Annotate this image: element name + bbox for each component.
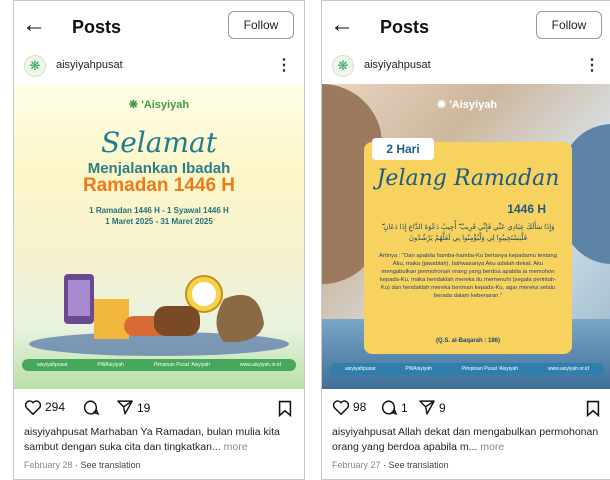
verse-source: (Q.S. al-Baqarah : 186) — [435, 338, 501, 344]
bookmark-icon[interactable] — [586, 400, 600, 417]
date-line-2: 1 Maret 2025 - 31 Maret 2025 — [105, 217, 213, 226]
comment-icon[interactable] — [82, 399, 100, 416]
like-action[interactable]: 294 — [24, 399, 65, 415]
footer-item: aisyiyahpusat — [37, 362, 68, 368]
footer-item: aisyiyahpusat — [345, 366, 376, 372]
footer-item: PWAisyiyah — [97, 362, 124, 368]
post-header: ❋ aisyiyahpusat ⋮ — [322, 53, 610, 79]
action-bar: 98 1 9 — [322, 399, 610, 421]
share-icon[interactable] — [116, 399, 134, 416]
heart-icon[interactable] — [332, 399, 350, 415]
post-date: February 27 — [332, 460, 381, 470]
follow-button[interactable]: Follow — [536, 11, 602, 39]
post-meta: February 27 · See translation — [332, 460, 449, 470]
top-bar: ← Posts Follow — [14, 7, 304, 47]
share-action[interactable]: 19 — [116, 399, 150, 416]
comment-action[interactable] — [82, 399, 103, 416]
post-caption: aisyiyahpusat Allah dekat dan mengabulka… — [332, 425, 604, 455]
post-caption: aisyiyahpusat Marhaban Ya Ramadan, bulan… — [24, 425, 296, 455]
quote-card: 2 Hari Jelang Ramadan 1446 H وَإِذَا سَأ… — [364, 138, 572, 354]
footer-item: www.aisyiyah.or.id — [240, 362, 281, 368]
page-title: Posts — [380, 17, 430, 37]
footer-item: www.aisyiyah.or.id — [548, 366, 589, 372]
caption-username[interactable]: aisyiyahpusat — [332, 426, 396, 438]
like-action[interactable]: 98 — [332, 399, 366, 415]
like-count: 98 — [353, 400, 367, 414]
ramadan-illustration — [29, 274, 289, 356]
share-action[interactable]: 9 — [418, 399, 446, 416]
post-image[interactable]: ❋ 'Aisyiyah Selamat Menjalankan Ibadah R… — [14, 84, 304, 389]
post-header: ❋ aisyiyahpusat ⋮ — [14, 53, 304, 79]
comment-count: 1 — [401, 400, 408, 415]
ramadan-title: Ramadan 1446 H — [82, 175, 236, 196]
arabic-verse: وَإِذَا سَأَلَكَ عِبَادِي عَنِّي فَإِنِّ… — [381, 224, 555, 242]
action-bar: 294 19 — [14, 399, 304, 421]
post-footer-strip: aisyiyahpusat PWAisyiyah Pimpinan Pusat … — [22, 359, 296, 371]
avatar[interactable]: ❋ — [332, 55, 354, 77]
more-vertical-icon[interactable]: ⋮ — [276, 55, 292, 75]
username[interactable]: aisyiyahpusat — [56, 59, 123, 71]
follow-button[interactable]: Follow — [228, 11, 294, 39]
hijri-year: 1446 H — [507, 202, 546, 216]
avatar[interactable]: ❋ — [24, 55, 46, 77]
post-image[interactable]: ❋ 'Aisyiyah 2 Hari Jelang Ramadan 1446 H… — [322, 84, 610, 389]
post-screen-2: ← Posts Follow ❋ aisyiyahpusat ⋮ ❋ 'Aisy… — [321, 0, 610, 480]
footer-item: PWAisyiyah — [405, 366, 432, 372]
comment-icon[interactable] — [380, 399, 398, 416]
jelang-ramadan-title: Jelang Ramadan — [376, 166, 560, 191]
heart-icon[interactable] — [24, 399, 42, 415]
post-footer-strip: aisyiyahpusat PWAisyiyah Pimpinan Pusat … — [330, 363, 604, 375]
share-count: 9 — [439, 400, 446, 415]
days-badge: 2 Hari — [372, 138, 434, 160]
back-arrow-icon[interactable]: ← — [22, 13, 46, 37]
username[interactable]: aisyiyahpusat — [364, 59, 431, 71]
see-translation-link[interactable]: See translation — [389, 460, 449, 470]
footer-item: Pimpinan Pusat 'Aisyiyah — [153, 362, 210, 368]
footer-item: Pimpinan Pusat 'Aisyiyah — [461, 366, 518, 372]
comment-action[interactable]: 1 — [380, 399, 408, 416]
more-vertical-icon[interactable]: ⋮ — [584, 55, 600, 75]
post-date: February 28 — [24, 460, 73, 470]
back-arrow-icon[interactable]: ← — [330, 13, 354, 37]
caption-username[interactable]: aisyiyahpusat — [24, 426, 88, 438]
selamat-text: Selamat — [101, 126, 217, 159]
caption-more-link[interactable]: more — [477, 441, 504, 453]
aisyiyah-logo: ❋ 'Aisyiyah — [436, 99, 498, 111]
bookmark-icon[interactable] — [278, 400, 292, 417]
like-count: 294 — [45, 400, 66, 414]
see-translation-link[interactable]: See translation — [81, 460, 141, 470]
aisyiyah-logo: ❋ 'Aisyiyah — [128, 99, 190, 111]
date-line-1: 1 Ramadan 1446 H - 1 Syawal 1446 H — [89, 206, 229, 215]
post-screen-1: ← Posts Follow ❋ aisyiyahpusat ⋮ ❋ 'Aisy… — [13, 0, 305, 480]
verse-translation: Artinya : "Dan apabila hamba-hamba-Ku be… — [379, 253, 557, 299]
share-count: 19 — [137, 400, 151, 415]
page-title: Posts — [72, 17, 122, 37]
share-icon[interactable] — [418, 399, 436, 416]
post-meta: February 28 · See translation — [24, 460, 141, 470]
top-bar: ← Posts Follow — [322, 7, 610, 47]
caption-more-link[interactable]: more — [221, 441, 248, 453]
